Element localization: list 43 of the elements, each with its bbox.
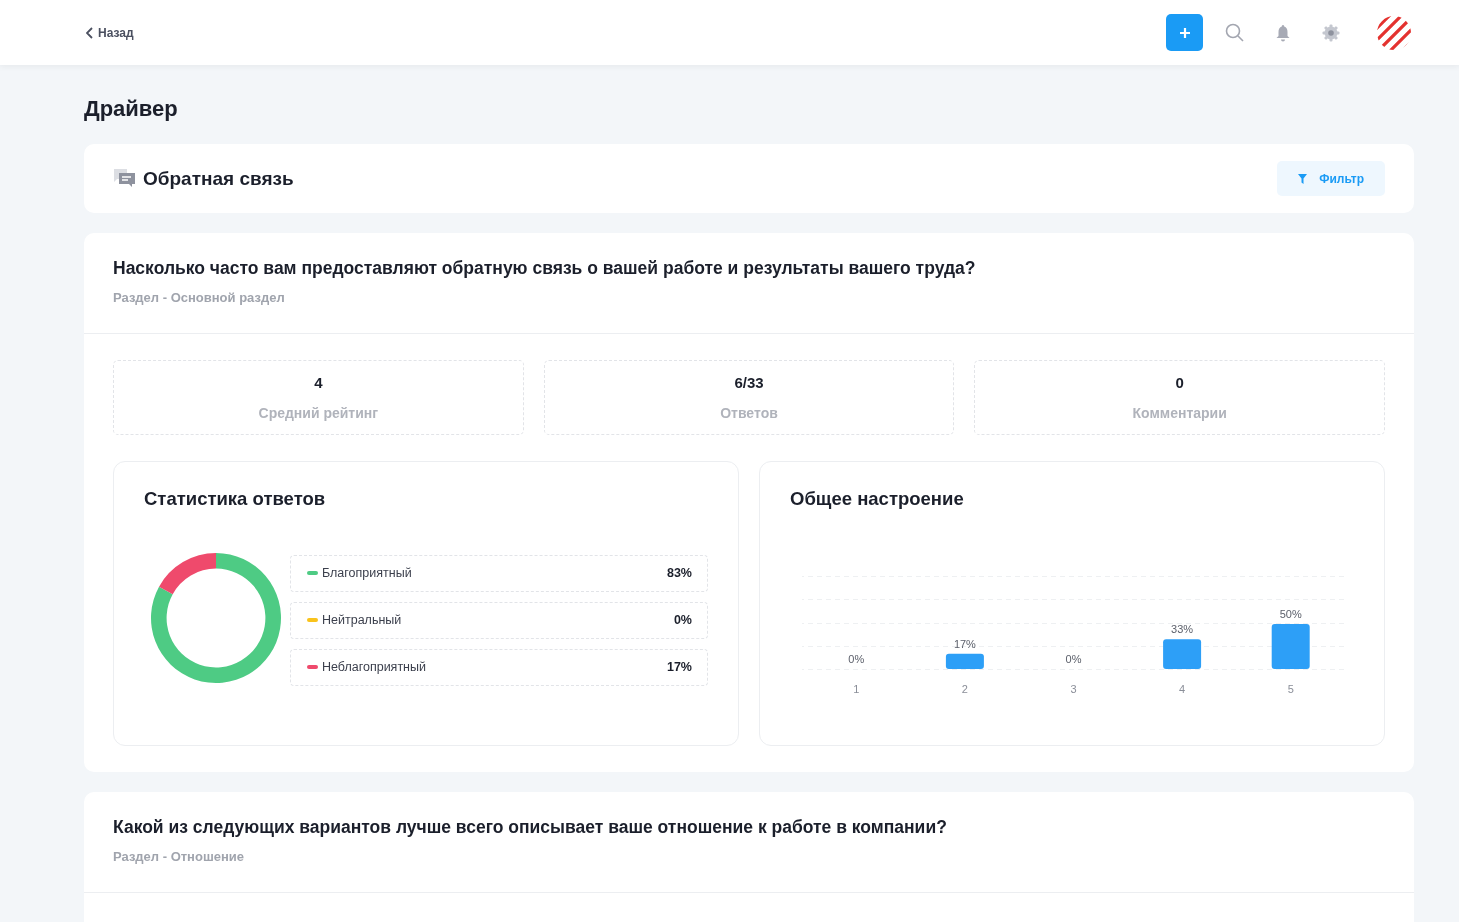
add-button[interactable] — [1166, 14, 1203, 51]
legend-label: Неблагоприятный — [322, 660, 427, 674]
bar-value-label: 17% — [953, 637, 976, 650]
panel-title: Статистика ответов — [144, 488, 327, 510]
legend-value: 83% — [666, 566, 692, 580]
bar — [945, 653, 984, 669]
stat-value: 6/33 — [734, 374, 764, 391]
back-link[interactable]: Назад — [86, 25, 134, 40]
question-text: Насколько часто вам предоставляют обратную связь о вашей работе и результаты вашего труда? — [113, 258, 977, 279]
legend-value: 0% — [673, 613, 692, 627]
bar-value-label: 33% — [1171, 623, 1194, 636]
bar — [1163, 639, 1202, 669]
bar — [1271, 624, 1310, 669]
question-text: Какой из следующих вариантов лучше всего описывает ваше отношение к работе в компании? — [113, 817, 948, 838]
bell-icon — [1275, 23, 1291, 42]
search-icon — [1225, 22, 1245, 43]
axis-label: 4 — [1179, 683, 1186, 695]
panel-title: Общее настроение — [790, 488, 965, 510]
stat-label: Ответов — [720, 405, 778, 421]
striped-avatar-icon[interactable] — [1377, 15, 1411, 50]
bar-value-label: 50% — [1279, 608, 1302, 620]
section-label: Раздел - Основной раздел — [113, 290, 286, 305]
axis-label: 2 — [961, 683, 968, 695]
chevron-left-icon — [86, 26, 94, 39]
axis-label: 3 — [1070, 683, 1077, 695]
plus-icon — [1178, 26, 1191, 39]
stat-value: 0 — [1175, 374, 1184, 391]
section-title: Обратная связь — [143, 167, 294, 190]
bar-value-label: 0% — [848, 653, 865, 665]
axis-label: 1 — [853, 683, 860, 695]
legend-label: Нейтральный — [322, 613, 403, 627]
page-title: Драйвер — [84, 96, 179, 122]
stat-value: 4 — [314, 374, 323, 391]
stat-label: Комментарии — [1132, 405, 1227, 421]
chat-bubbles-icon — [114, 169, 135, 188]
legend-value: 17% — [666, 660, 692, 674]
stat-label: Средний рейтинг — [258, 405, 379, 421]
gear-icon — [1322, 23, 1340, 42]
bar-value-label: 0% — [1065, 653, 1082, 665]
axis-label: 5 — [1287, 683, 1294, 695]
section-label: Раздел - Отношение — [113, 849, 246, 864]
legend-label: Благоприятный — [322, 566, 413, 580]
funnel-icon — [1298, 173, 1308, 184]
